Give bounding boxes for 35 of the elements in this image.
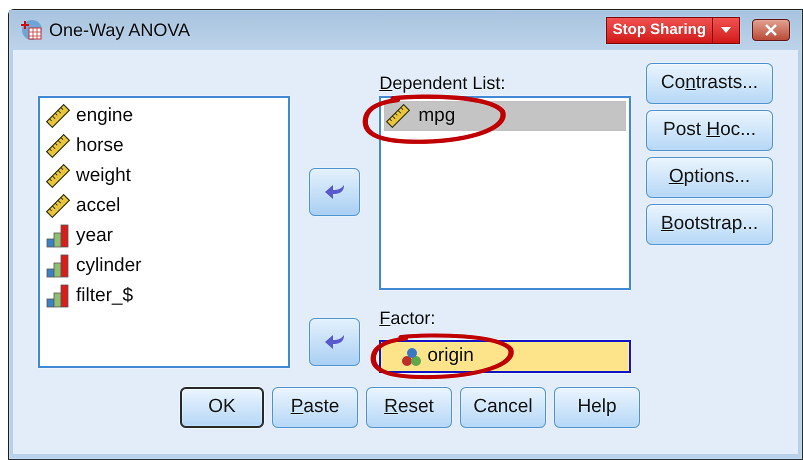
variable-item[interactable]: accel <box>46 194 288 218</box>
bar-chart-icon <box>46 224 70 248</box>
close-button[interactable] <box>752 19 790 41</box>
stop-sharing-button[interactable]: Stop Sharing <box>606 18 713 42</box>
variable-item[interactable]: filter_$ <box>46 284 288 308</box>
variable-item[interactable]: weight <box>46 164 288 188</box>
curved-arrow-icon <box>324 183 346 201</box>
dialog-button[interactable]: Cancel <box>460 387 546 428</box>
factor-label: Factor: <box>379 308 436 328</box>
close-icon <box>764 24 778 36</box>
dialog-button[interactable]: OK <box>180 387 264 428</box>
caret-icon <box>721 27 731 33</box>
curved-arrow-icon <box>324 333 346 351</box>
variable-item[interactable]: engine <box>46 104 288 128</box>
bar-chart-icon <box>46 254 70 278</box>
ruler-icon <box>386 104 410 128</box>
factor-field[interactable]: origin <box>379 340 632 373</box>
dialog-button[interactable]: Post Hoc... <box>646 110 774 151</box>
dialog-button[interactable]: Contrasts... <box>646 63 774 104</box>
bar-chart-icon <box>46 284 70 308</box>
move-arrow-button[interactable] <box>309 318 360 366</box>
dialog-button[interactable]: Options... <box>646 157 774 198</box>
dialog-button[interactable]: Help <box>554 387 640 428</box>
move-arrow-button[interactable] <box>309 168 360 216</box>
variable-item[interactable]: mpg <box>384 101 626 131</box>
variable-item[interactable]: year <box>46 224 288 248</box>
table-icon <box>21 19 43 41</box>
dialog-button[interactable]: Bootstrap... <box>646 204 774 245</box>
variable-item[interactable]: horse <box>46 134 288 158</box>
circles-icon <box>401 346 424 368</box>
variable-item[interactable]: cylinder <box>46 254 288 278</box>
dependent-list-label: Dependent List: <box>379 72 506 95</box>
dialog-button[interactable]: Reset <box>366 387 452 428</box>
window-title: One-Way ANOVA <box>49 18 190 42</box>
dialog-button[interactable]: Paste <box>272 387 358 428</box>
